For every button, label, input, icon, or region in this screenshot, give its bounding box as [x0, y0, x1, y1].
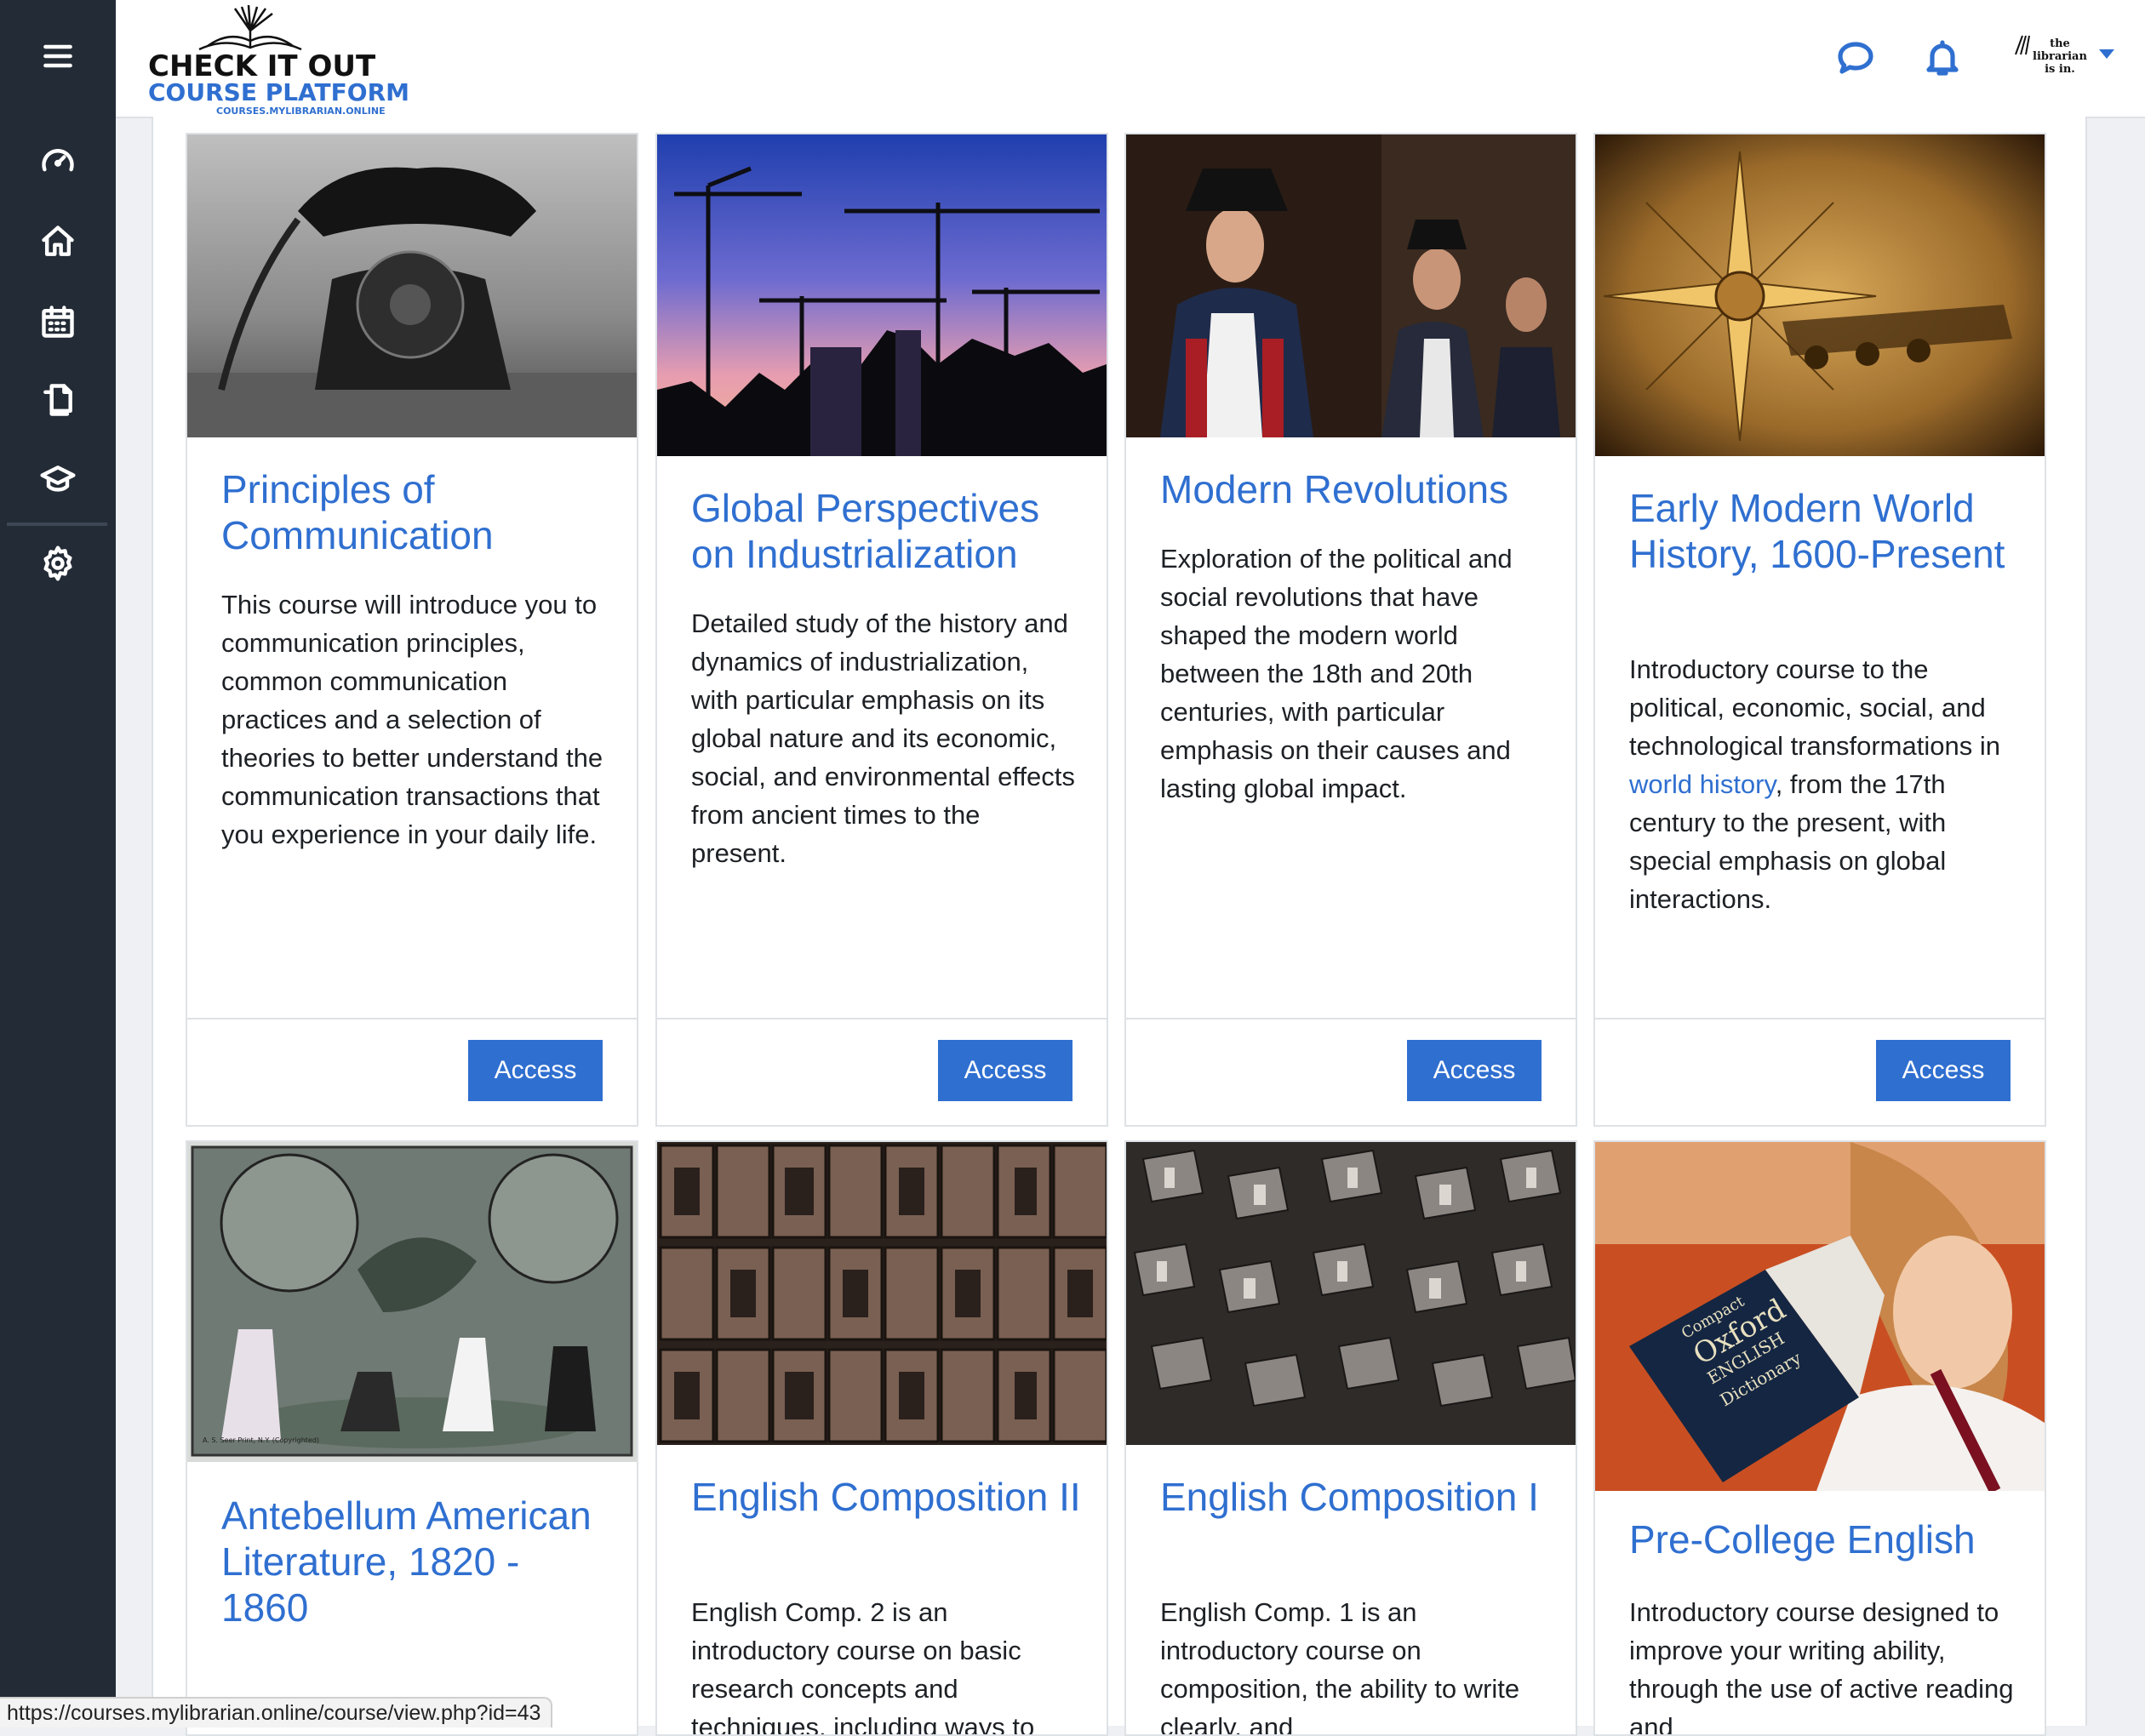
course-card: Principles of Communication This course …: [186, 133, 638, 1127]
course-title[interactable]: Pre-College English: [1629, 1516, 2021, 1562]
logo-domain: COURSES.MYLIBRARIAN.ONLINE: [216, 106, 386, 117]
notification-bell-icon[interactable]: [1919, 34, 1966, 82]
calendar-icon[interactable]: [0, 288, 116, 356]
card-footer: Access: [1595, 1018, 2045, 1125]
course-description: This course will introduce you to commun…: [221, 590, 603, 849]
description-text: Introductory course to the political, ec…: [1629, 654, 2000, 761]
card-footer: Access: [187, 1018, 637, 1125]
course-image-antebellum-engraving[interactable]: A. S. Seer Print, N.Y. (Copyrighted): [187, 1142, 637, 1462]
course-description: English Comp. 2 is an introductory cours…: [691, 1597, 1035, 1736]
course-image-soldiers[interactable]: [1126, 134, 1576, 437]
course-description: Introductory course to the political, ec…: [1629, 650, 2021, 918]
card-footer: Access: [657, 1018, 1107, 1125]
course-image-cranes[interactable]: [657, 134, 1107, 456]
access-button[interactable]: Access: [1407, 1040, 1542, 1101]
course-card: English Composition II English Comp. 2 i…: [655, 1140, 1108, 1736]
course-card: Global Perspectives on Industrialization…: [655, 133, 1108, 1127]
course-title[interactable]: Global Perspectives on Industrialization: [691, 485, 1083, 577]
course-card: English Composition I English Comp. 1 is…: [1124, 1140, 1577, 1736]
course-title[interactable]: English Composition II: [691, 1474, 1083, 1520]
access-button[interactable]: Access: [468, 1040, 603, 1101]
course-title[interactable]: Early Modern World History, 1600-Present: [1629, 485, 2021, 577]
logo-subtitle: COURSE PLATFORM: [148, 78, 410, 106]
open-book-logo-icon: [198, 5, 302, 51]
course-description: Detailed study of the history and dynami…: [691, 608, 1075, 868]
course-image-letterpress[interactable]: [657, 1142, 1107, 1445]
gear-icon[interactable]: [0, 529, 116, 597]
course-title[interactable]: English Composition I: [1160, 1474, 1552, 1520]
access-button[interactable]: Access: [938, 1040, 1072, 1101]
dashboard-speedometer-icon[interactable]: [0, 128, 116, 196]
home-icon[interactable]: [0, 208, 116, 276]
site-logo[interactable]: CHECK IT OUT COURSE PLATFORM COURSES.MYL…: [148, 5, 420, 117]
course-card: Compact Oxford ENGLISH Dictionary Pre-Co…: [1593, 1140, 2046, 1736]
course-description: Exploration of the political and social …: [1160, 544, 1513, 803]
hamburger-menu-icon[interactable]: [0, 22, 116, 90]
course-image-metal-type[interactable]: [1126, 1142, 1576, 1445]
course-card: Modern Revolutions Exploration of the po…: [1124, 133, 1577, 1127]
course-description: English Comp. 1 is an introductory cours…: [1160, 1597, 1520, 1736]
content-bank-icon[interactable]: [0, 366, 116, 434]
user-avatar[interactable]: the librarian is in.: [2004, 31, 2087, 87]
engraving-caption: A. S. Seer Print, N.Y. (Copyrighted): [203, 1436, 320, 1444]
course-title[interactable]: Modern Revolutions: [1160, 466, 1552, 512]
course-description: Introductory course designed to improve …: [1629, 1597, 2014, 1736]
graduation-cap-icon[interactable]: [0, 446, 116, 514]
card-footer: Access: [1126, 1018, 1576, 1125]
course-image-compass-map[interactable]: [1595, 134, 2045, 456]
messages-chat-icon[interactable]: [1832, 34, 1879, 82]
course-card: A. S. Seer Print, N.Y. (Copyrighted) Ant…: [186, 1140, 638, 1736]
sidebar-nav: [0, 0, 116, 1726]
course-image-girl-reading[interactable]: Compact Oxford ENGLISH Dictionary: [1595, 1142, 2045, 1491]
world-history-link[interactable]: world history: [1629, 769, 1776, 799]
course-card: Early Modern World History, 1600-Present…: [1593, 133, 2046, 1127]
sidebar-divider: [7, 523, 107, 526]
browser-status-url: https://courses.mylibrarian.online/cours…: [0, 1697, 553, 1727]
course-image-telephone[interactable]: [187, 134, 637, 437]
top-header: CHECK IT OUT COURSE PLATFORM COURSES.MYL…: [116, 0, 2145, 118]
course-title[interactable]: Antebellum American Literature, 1820 - 1…: [221, 1493, 613, 1630]
user-menu-chevron-down-icon[interactable]: [2099, 49, 2114, 59]
course-title[interactable]: Principles of Communication: [221, 466, 613, 558]
access-button[interactable]: Access: [1876, 1040, 2011, 1101]
avatar-text: the librarian is in.: [2033, 37, 2087, 76]
